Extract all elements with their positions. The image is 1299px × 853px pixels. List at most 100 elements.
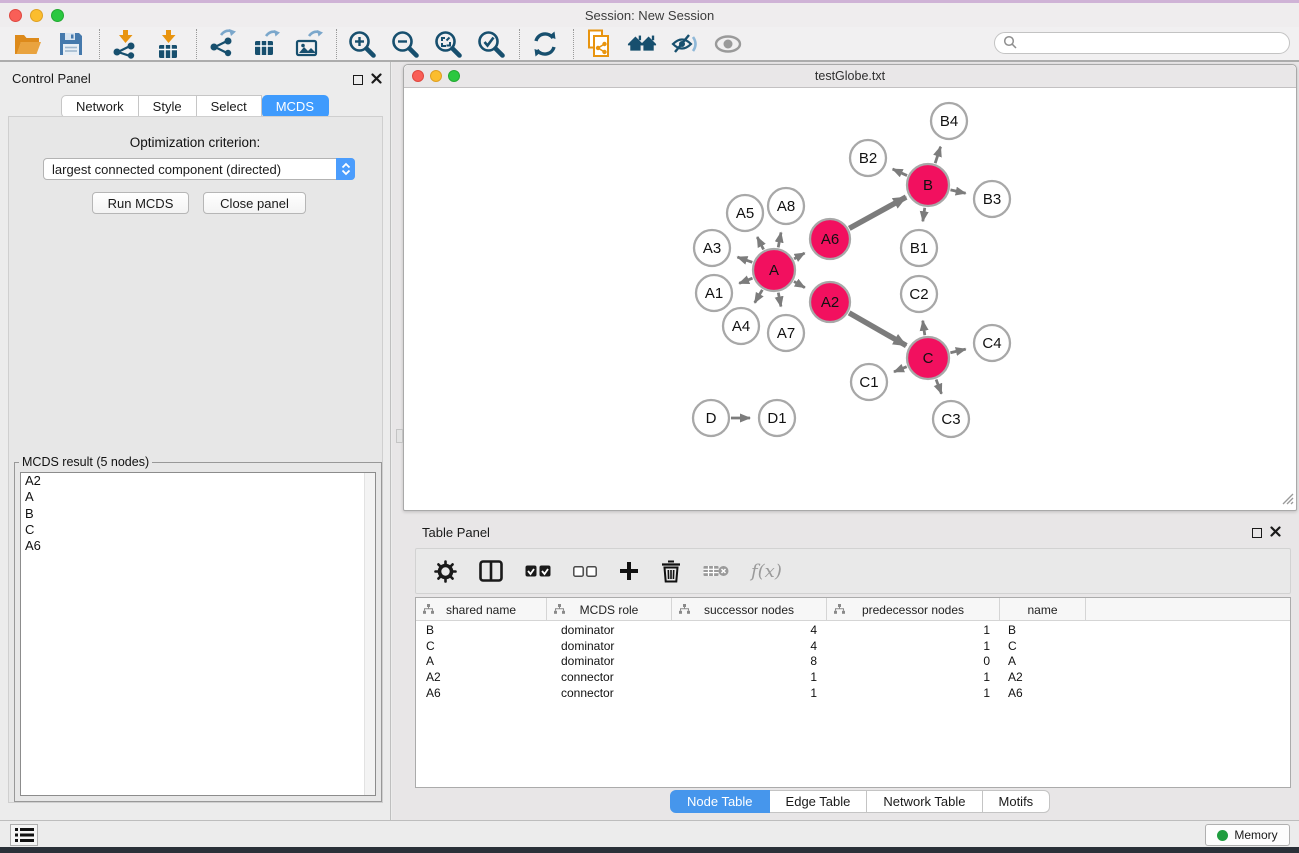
run-mcds-button[interactable]: Run MCDS [92, 192, 189, 214]
table-cell[interactable]: B [416, 623, 547, 637]
search-input[interactable] [1022, 34, 1289, 52]
table-row[interactable]: Cdominator41C [416, 638, 1290, 654]
graph-edge-B-B1[interactable] [923, 208, 925, 222]
result-list-item[interactable]: A2 [21, 473, 375, 489]
close-panel-button[interactable]: Close panel [203, 192, 306, 214]
result-list-scrollbar[interactable] [364, 473, 375, 795]
delete-column-icon[interactable] [661, 560, 681, 583]
new-session-from-file-icon[interactable] [584, 29, 614, 59]
close-panel-icon[interactable] [371, 72, 382, 87]
graph-node-A8[interactable]: A8 [768, 188, 804, 224]
tab-edge-table[interactable]: Edge Table [770, 790, 868, 813]
open-file-icon[interactable] [13, 29, 43, 59]
table-cell[interactable]: 8 [672, 654, 827, 668]
table-cell[interactable]: dominator [547, 654, 672, 668]
graph-node-C[interactable]: C [907, 337, 949, 379]
graph-node-A1[interactable]: A1 [696, 275, 732, 311]
table-cell[interactable]: connector [547, 670, 672, 684]
table-cell[interactable]: A6 [416, 686, 547, 700]
float-table-panel-icon[interactable] [1252, 528, 1262, 538]
export-table-icon[interactable] [250, 29, 280, 59]
table-row[interactable]: Bdominator41B [416, 622, 1290, 638]
column-header-predecessor-nodes[interactable]: predecessor nodes [827, 598, 1000, 621]
network-graph[interactable]: B4B2BB3A8A5A6A3B1AA1C2A2A4A7C4CC1DD1C3 [404, 88, 1296, 510]
graph-edge-B-B2[interactable] [893, 169, 907, 175]
graph-node-A4[interactable]: A4 [723, 308, 759, 344]
table-cell[interactable]: C [1000, 639, 1086, 653]
graph-node-C4[interactable]: C4 [974, 325, 1010, 361]
tab-mcds[interactable]: MCDS [262, 95, 329, 118]
graph-node-D[interactable]: D [693, 400, 729, 436]
criterion-dropdown[interactable]: largest connected component (directed) [43, 158, 355, 180]
table-cell[interactable]: A [1000, 654, 1086, 668]
table-cell[interactable]: B [1000, 623, 1086, 637]
zoom-in-icon[interactable] [347, 29, 377, 59]
table-cell[interactable]: 0 [827, 654, 1000, 668]
import-network-icon[interactable] [110, 29, 140, 59]
graph-node-A5[interactable]: A5 [727, 195, 763, 231]
graph-node-A2[interactable]: A2 [810, 282, 850, 322]
graph-node-B2[interactable]: B2 [850, 140, 886, 176]
mcds-result-list[interactable]: A2ABCA6 [20, 472, 376, 796]
graph-node-D1[interactable]: D1 [759, 400, 795, 436]
table-cell[interactable]: dominator [547, 623, 672, 637]
table-cell[interactable]: A2 [1000, 670, 1086, 684]
graph-node-B1[interactable]: B1 [901, 230, 937, 266]
network-window-titlebar[interactable]: testGlobe.txt [404, 65, 1296, 88]
result-list-item[interactable]: C [21, 522, 375, 538]
tab-select[interactable]: Select [197, 95, 262, 118]
zoom-selected-icon[interactable] [476, 29, 506, 59]
column-header-shared-name[interactable]: shared name [416, 598, 547, 621]
graph-node-C3[interactable]: C3 [933, 401, 969, 437]
show-panels-icon[interactable] [713, 29, 743, 59]
graph-node-B3[interactable]: B3 [974, 181, 1010, 217]
graph-edge-A-A6[interactable] [794, 253, 805, 259]
graph-edge-A-A1[interactable] [739, 278, 752, 283]
graph-node-A[interactable]: A [753, 249, 795, 291]
export-image-icon[interactable] [293, 29, 323, 59]
table-cell[interactable]: 4 [672, 639, 827, 653]
column-header-MCDS-role[interactable]: MCDS role [547, 598, 672, 621]
export-network-icon[interactable] [207, 29, 237, 59]
function-builder-icon[interactable]: f(x) [751, 561, 782, 582]
columns-icon[interactable] [479, 560, 503, 582]
hide-panels-icon[interactable] [670, 29, 700, 59]
select-all-checkboxes-icon[interactable] [525, 565, 551, 578]
graph-node-A7[interactable]: A7 [768, 315, 804, 351]
tab-network[interactable]: Network [61, 95, 139, 118]
delete-table-icon[interactable] [703, 563, 729, 579]
close-table-panel-icon[interactable] [1270, 525, 1281, 540]
tab-motifs[interactable]: Motifs [983, 790, 1051, 813]
graph-edge-A6-B[interactable] [849, 197, 906, 228]
table-cell[interactable]: 1 [827, 670, 1000, 684]
graph-edge-B-B4[interactable] [935, 147, 940, 163]
graph-node-A6[interactable]: A6 [810, 219, 850, 259]
graph-edge-C-C2[interactable] [923, 321, 925, 335]
table-row[interactable]: A2connector11A2 [416, 669, 1290, 685]
home-icon[interactable] [627, 29, 657, 59]
column-header-successor-nodes[interactable]: successor nodes [672, 598, 827, 621]
graph-node-B[interactable]: B [907, 164, 949, 206]
table-cell[interactable]: C [416, 639, 547, 653]
graph-edge-C-C1[interactable] [894, 367, 907, 372]
import-table-icon[interactable] [153, 29, 183, 59]
graph-edge-A-A2[interactable] [794, 281, 805, 287]
graph-edge-A-A5[interactable] [757, 237, 763, 249]
task-history-button[interactable] [10, 824, 38, 846]
table-cell[interactable]: 4 [672, 623, 827, 637]
memory-button[interactable]: Memory [1205, 824, 1290, 846]
settings-gear-icon[interactable] [434, 560, 457, 583]
graph-edge-A-A3[interactable] [737, 257, 752, 262]
table-row[interactable]: A6connector11A6 [416, 685, 1290, 701]
graph-node-C2[interactable]: C2 [901, 276, 937, 312]
table-cell[interactable]: A [416, 654, 547, 668]
tab-style[interactable]: Style [139, 95, 197, 118]
float-panel-icon[interactable] [353, 75, 363, 85]
result-list-item[interactable]: B [21, 506, 375, 522]
save-session-icon[interactable] [56, 29, 86, 59]
zoom-fit-icon[interactable] [433, 29, 463, 59]
table-cell[interactable]: 1 [672, 686, 827, 700]
table-cell[interactable]: 1 [827, 686, 1000, 700]
graph-edge-A-A7[interactable] [778, 293, 781, 307]
tab-node-table[interactable]: Node Table [670, 790, 770, 813]
